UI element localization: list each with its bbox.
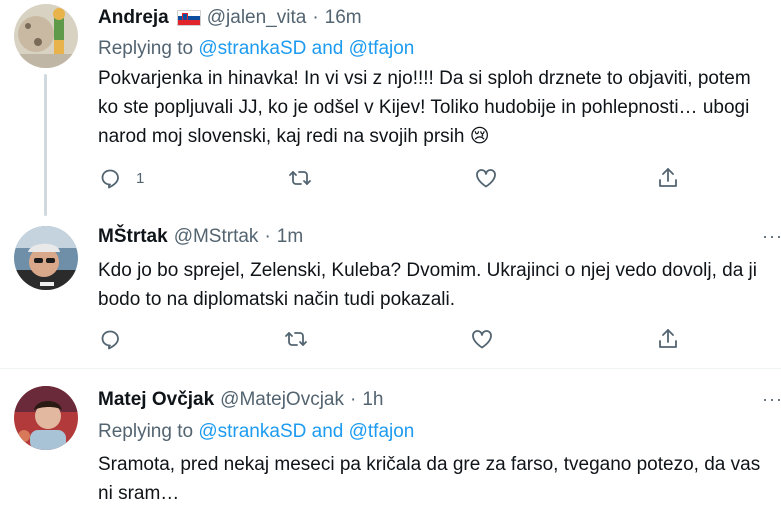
like-button[interactable] bbox=[470, 327, 494, 351]
tweet-text: Pokvarjenka in hinavka! In vi vsi z njo!… bbox=[98, 68, 751, 147]
tweet-header: MŠtrtak @MStrtak · 1m bbox=[98, 226, 303, 248]
separator: · bbox=[312, 7, 319, 28]
tweet-actions: 1 bbox=[98, 166, 698, 194]
share-button[interactable] bbox=[656, 327, 680, 351]
more-icon[interactable]: ··· bbox=[762, 389, 781, 410]
tweet-mstrtak[interactable]: MŠtrtak @MStrtak · 1m ··· Kdo jo bo spre… bbox=[0, 212, 781, 368]
replying-prefix: Replying to bbox=[98, 421, 194, 442]
like-icon bbox=[472, 330, 492, 349]
tweet-text: Kdo jo bo sprejel, Zelenski, Kuleba? Dvo… bbox=[98, 260, 757, 310]
reply-icon bbox=[101, 169, 119, 189]
retweet-button[interactable] bbox=[284, 327, 308, 351]
timestamp[interactable]: 16m bbox=[325, 7, 362, 29]
share-icon bbox=[659, 168, 677, 187]
tweet-text: Sramota, pred nekaj meseci pa kričala da… bbox=[98, 454, 761, 504]
user-handle[interactable]: @MatejOvcjak bbox=[220, 389, 344, 411]
tweet-andreja[interactable]: Andreja @jalen_vita · 16m Replying to @s… bbox=[0, 0, 781, 216]
display-name[interactable]: MŠtrtak bbox=[98, 226, 168, 248]
user-handle[interactable]: @MStrtak bbox=[174, 226, 259, 248]
thread-line bbox=[44, 74, 47, 216]
like-button[interactable] bbox=[474, 166, 498, 190]
mention-link-tfajon[interactable]: @tfajon bbox=[349, 421, 415, 442]
display-name[interactable]: Andreja bbox=[98, 7, 169, 29]
replying-to: Replying to @strankaSD and @tfajon bbox=[98, 38, 414, 60]
reply-icon bbox=[101, 330, 119, 350]
retweet-button[interactable] bbox=[288, 166, 312, 190]
mention-link-tfajon[interactable]: @tfajon bbox=[349, 38, 415, 59]
replying-and: and bbox=[311, 38, 344, 59]
timestamp[interactable]: 1m bbox=[277, 226, 303, 248]
share-icon bbox=[659, 329, 677, 348]
avatar[interactable] bbox=[14, 226, 78, 290]
mention-link-strankasd[interactable]: @strankaSD bbox=[198, 38, 306, 59]
like-icon bbox=[476, 169, 496, 188]
reply-button[interactable] bbox=[98, 327, 122, 351]
retweet-icon bbox=[285, 332, 307, 346]
more-icon[interactable]: ··· bbox=[762, 226, 781, 247]
replying-and: and bbox=[311, 421, 344, 442]
separator: · bbox=[350, 389, 357, 410]
slovenia-flag-icon bbox=[176, 10, 201, 26]
replying-to: Replying to @strankaSD and @tfajon bbox=[98, 421, 414, 443]
separator: · bbox=[264, 226, 271, 247]
tweet-actions bbox=[98, 327, 698, 355]
timestamp[interactable]: 1h bbox=[362, 389, 383, 411]
tweet-header: Matej Ovčjak @MatejOvcjak · 1h bbox=[98, 389, 383, 411]
avatar[interactable] bbox=[14, 4, 78, 68]
avatar[interactable] bbox=[14, 386, 78, 450]
user-handle[interactable]: @jalen_vita bbox=[207, 7, 307, 29]
share-button[interactable] bbox=[656, 166, 680, 190]
retweet-icon bbox=[289, 171, 311, 185]
tweet-matej-ovcjak[interactable]: Matej Ovčjak @MatejOvcjak · 1h ··· Reply… bbox=[0, 369, 781, 510]
mention-link-strankasd[interactable]: @strankaSD bbox=[198, 421, 306, 442]
replying-prefix: Replying to bbox=[98, 38, 194, 59]
tweet-header: Andreja @jalen_vita · 16m bbox=[98, 7, 362, 29]
display-name[interactable]: Matej Ovčjak bbox=[98, 389, 214, 411]
reply-count: 1 bbox=[136, 169, 145, 187]
reply-button[interactable]: 1 bbox=[98, 166, 144, 190]
